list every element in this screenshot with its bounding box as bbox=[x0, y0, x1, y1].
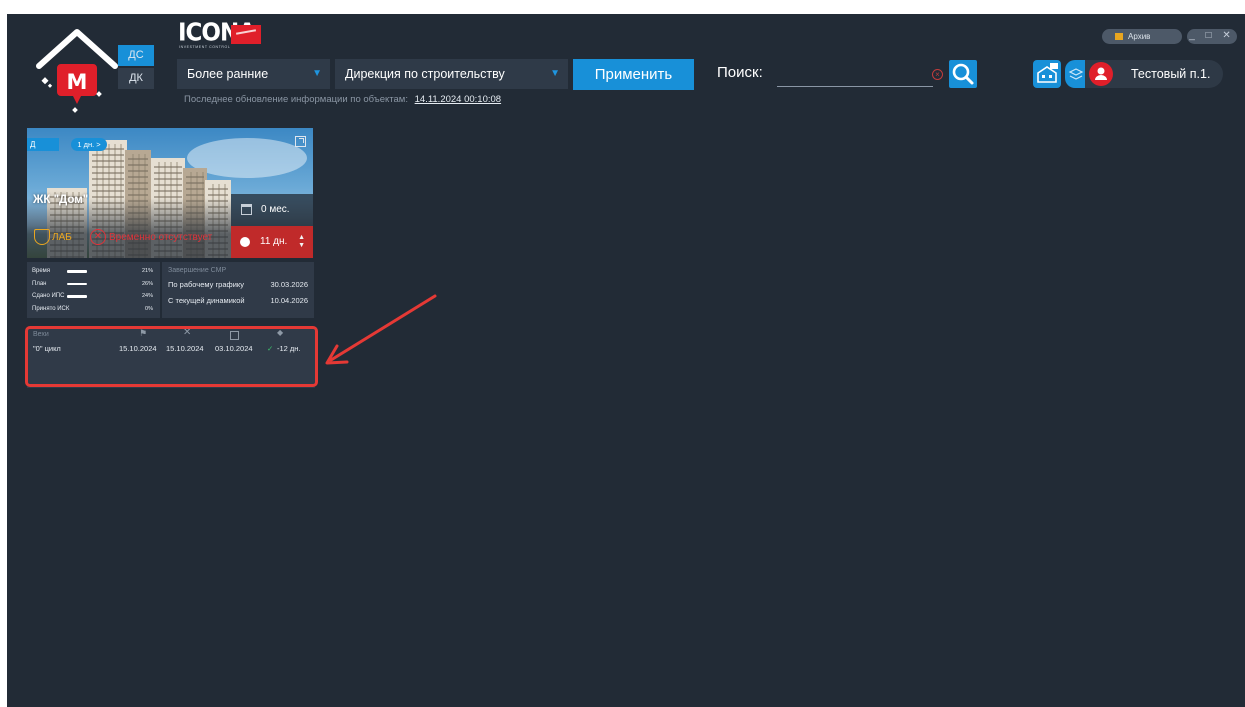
brand-flag-icon bbox=[231, 25, 261, 44]
last-update-info: Последнее обновление информации по объек… bbox=[184, 94, 501, 105]
stat-label: Сдано ИПС bbox=[32, 293, 65, 299]
progress-stats: Время 21% План 26% Сдано ИПС 24% Принято… bbox=[27, 262, 160, 318]
search-input[interactable] bbox=[777, 63, 933, 87]
stat-bar bbox=[67, 295, 87, 298]
close-circle-icon: ✕ bbox=[90, 229, 106, 245]
stat-row: Время 21% bbox=[32, 265, 155, 278]
app-window: M ДС ДК ICONA INVESTMENT CONTROL Более р… bbox=[7, 14, 1245, 707]
brand-logo: ICONA INVESTMENT CONTROL bbox=[178, 19, 268, 51]
days-indicator: 11 дн. ▲ ▼ bbox=[231, 226, 313, 258]
buildings-icon bbox=[1037, 63, 1058, 83]
calendar-icon bbox=[241, 204, 252, 215]
smp-completion-panel: Завершение СМР По рабочему графику 30.03… bbox=[162, 262, 314, 318]
stat-percent: 21% bbox=[141, 268, 153, 274]
stat-row: Принято ИСК 0% bbox=[32, 303, 155, 316]
stat-row: Сдано ИПС 24% bbox=[32, 290, 155, 303]
stat-bar bbox=[67, 270, 87, 273]
last-update-date[interactable]: 14.11.2024 00:10:08 bbox=[415, 94, 501, 105]
smp-row: По рабочему графику 30.03.2026 bbox=[168, 277, 308, 293]
clock-icon bbox=[240, 237, 250, 247]
direction-select-value: Дирекция по строительству bbox=[345, 67, 505, 81]
user-avatar-icon bbox=[1089, 62, 1113, 86]
user-name: Тестовый п.1. bbox=[1131, 67, 1211, 81]
stat-percent: 0% bbox=[145, 305, 153, 312]
object-card-image[interactable]: Д 1 дн. > ЖК "Дом" 0 мес. 11 дн. ▲ ▼ ЛАБ … bbox=[27, 128, 313, 258]
camera-status: Временно отсутствует bbox=[109, 232, 213, 243]
smp-date: 10.04.2026 bbox=[270, 296, 308, 305]
svg-text:M: M bbox=[67, 70, 88, 94]
months-indicator: 0 мес. bbox=[231, 194, 313, 226]
lab-icon bbox=[34, 229, 50, 245]
chevron-down-icon: ▼ bbox=[550, 68, 560, 79]
layers-icon bbox=[1068, 68, 1084, 80]
brand-subtitle: INVESTMENT CONTROL bbox=[179, 45, 231, 49]
object-type-tag: Д bbox=[27, 138, 59, 151]
search-icon bbox=[952, 63, 974, 85]
period-select-value: Более ранние bbox=[187, 67, 269, 81]
smp-row: С текущей динамикой 10.04.2026 bbox=[168, 293, 308, 309]
sort-arrows-icon: ▲ ▼ bbox=[298, 234, 305, 249]
annotation-arrow-icon bbox=[325, 294, 437, 365]
house-logo-icon: M bbox=[36, 29, 118, 113]
mode-ds-button[interactable]: ДС bbox=[118, 45, 154, 66]
stat-row: План 26% bbox=[32, 278, 155, 291]
stat-label: Принято ИСК bbox=[32, 305, 70, 312]
window-controls[interactable]: _ □ ✕ bbox=[1187, 29, 1237, 44]
smp-title: Завершение СМР bbox=[168, 267, 227, 274]
stat-label: Время bbox=[32, 268, 51, 274]
highlight-frame bbox=[25, 326, 318, 387]
days-value: 11 дн. bbox=[260, 236, 288, 247]
app-logo[interactable]: M bbox=[35, 26, 119, 118]
apply-button[interactable]: Применить bbox=[573, 59, 694, 90]
search-label: Поиск: bbox=[717, 64, 763, 81]
search-button[interactable] bbox=[949, 60, 977, 88]
expand-icon[interactable] bbox=[295, 136, 306, 147]
months-value: 0 мес. bbox=[261, 204, 290, 215]
stat-bar bbox=[67, 282, 87, 285]
stat-percent: 26% bbox=[141, 280, 153, 287]
chevron-down-icon: ▼ bbox=[312, 68, 322, 79]
buildings-button[interactable] bbox=[1033, 60, 1061, 88]
mode-dk-button[interactable]: ДК bbox=[118, 68, 154, 89]
archive-label: Архив bbox=[1128, 32, 1151, 41]
stat-percent: 24% bbox=[141, 293, 153, 299]
period-select[interactable]: Более ранние ▼ bbox=[177, 59, 330, 89]
user-menu[interactable]: Тестовый п.1. bbox=[1085, 60, 1223, 88]
last-update-label: Последнее обновление информации по объек… bbox=[184, 94, 408, 105]
object-name: ЖК "Дом" bbox=[33, 194, 89, 206]
direction-select[interactable]: Дирекция по строительству ▼ bbox=[335, 59, 568, 89]
archive-icon bbox=[1115, 33, 1123, 40]
archive-button[interactable]: Архив bbox=[1102, 29, 1182, 44]
smp-label: По рабочему графику bbox=[168, 280, 244, 289]
object-days-tag[interactable]: 1 дн. > bbox=[71, 138, 107, 151]
stat-label: План bbox=[32, 280, 47, 287]
clear-search-icon[interactable]: × bbox=[932, 69, 943, 80]
smp-label: С текущей динамикой bbox=[168, 296, 245, 305]
smp-date: 30.03.2026 bbox=[270, 280, 308, 289]
layers-button[interactable] bbox=[1065, 60, 1085, 88]
lab-label: ЛАБ bbox=[52, 232, 72, 243]
